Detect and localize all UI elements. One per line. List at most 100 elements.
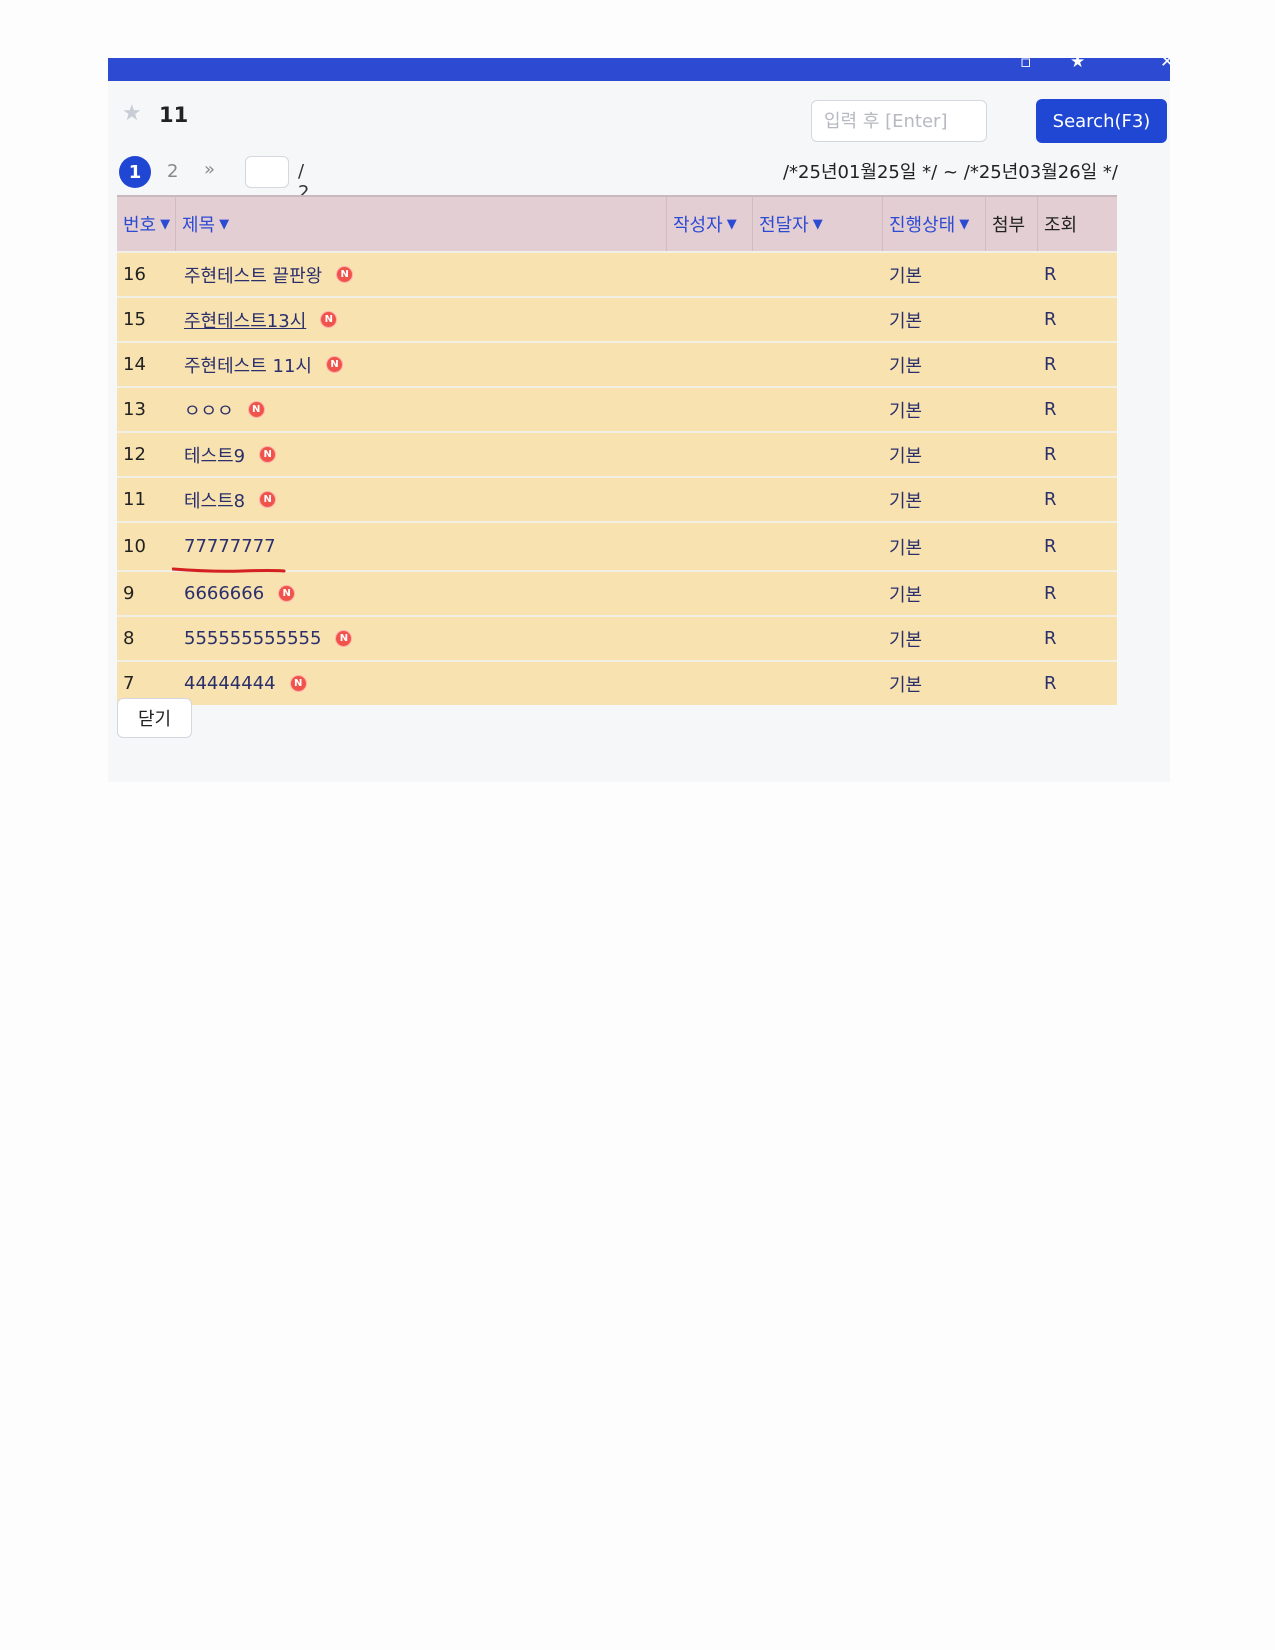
row-title-link[interactable]: 44444444 [184,673,276,694]
table-row[interactable]: 12 테스트9 N 기본 R [117,431,1117,476]
row-number: 14 [123,354,146,375]
next-page-icon[interactable]: » [204,159,215,180]
table-row[interactable]: 16 주현테스트 끝판왕 N 기본 R [117,251,1117,296]
window-titlebar: ▫ ★ ✕ [108,52,1174,81]
column-header-attachment: 첨부 [986,197,1038,251]
row-view-state: R [1044,673,1057,694]
new-badge-icon: N [326,356,343,373]
sort-down-icon: ▼ [726,216,737,232]
row-title-cell[interactable]: 6666666 N [176,583,667,604]
row-view-state: R [1044,628,1057,649]
table-body: 16 주현테스트 끝판왕 N 기본 R 15 주현테스트13시 N 기본 R 14 주현테스트 11시… [117,251,1117,705]
table-row[interactable]: 8 555555555555 N 기본 R [117,615,1117,660]
row-title-cell[interactable]: 555555555555 N [176,628,667,649]
row-title-link[interactable]: 주현테스트13시 [184,307,306,333]
table-row[interactable]: 10 77777777 기본 R [117,521,1117,573]
row-title-link[interactable]: 77777777 [184,536,276,557]
table-row[interactable]: 15 주현테스트13시 N 기본 R [117,296,1117,341]
column-label: 작성자 [673,215,723,236]
row-status: 기본 [889,265,923,287]
row-number: 15 [123,309,146,330]
row-number: 8 [123,628,135,649]
row-view-state: R [1044,583,1057,604]
row-title-cell[interactable]: 주현테스트13시 N [176,307,667,333]
new-badge-icon: N [278,585,296,602]
page-current[interactable]: 1 [119,156,151,188]
table-row[interactable]: 14 주현테스트 11시 N 기본 R [117,341,1117,386]
new-badge-icon: N [259,491,277,508]
sort-down-icon: ▼ [160,216,171,232]
row-status: 기본 [889,445,923,467]
page-number-input[interactable] [245,156,289,188]
column-label: 진행상태 [889,215,956,236]
column-header-status[interactable]: 진행상태 ▼ [883,197,986,251]
row-title-link[interactable]: 6666666 [184,583,264,604]
new-badge-icon: N [335,630,353,647]
row-view-state: R [1044,536,1057,557]
row-status: 기본 [889,584,923,606]
table-header: 번호 ▼ 제목 ▼ 작성자 ▼ 전달자 ▼ 진행상태 ▼ 첨부 조회 [117,197,1117,251]
board-table: 번호 ▼ 제목 ▼ 작성자 ▼ 전달자 ▼ 진행상태 ▼ 첨부 조회 16 주현테스트 끝판… [117,195,1117,705]
favorite-star-icon[interactable]: ★ [122,102,142,126]
row-number: 7 [123,673,135,694]
column-header-title[interactable]: 제목 ▼ [176,197,667,251]
row-title-link[interactable]: 테스트9 [184,442,245,468]
close-button[interactable]: 닫기 [117,698,192,738]
minimize-icon[interactable]: ▫ [1020,52,1032,72]
row-title-cell[interactable]: 주현테스트 11시 N [176,352,667,378]
row-status: 기본 [889,310,923,332]
row-status: 기본 [889,400,923,422]
row-title-link[interactable]: 테스트8 [184,487,245,513]
column-header-forwarder[interactable]: 전달자 ▼ [753,197,883,251]
row-number: 10 [123,536,146,557]
column-label: 제목 [182,215,216,236]
row-title-cell[interactable]: 테스트9 N [176,442,667,468]
row-number: 12 [123,444,146,465]
column-label: 조회 [1044,215,1078,236]
row-number: 9 [123,583,135,604]
row-view-state: R [1044,444,1057,465]
column-header-view: 조회 [1038,197,1117,251]
row-title-cell[interactable]: 77777777 [172,536,667,573]
table-row[interactable]: 7 44444444 N 기본 R [117,660,1117,705]
sort-down-icon: ▼ [959,216,970,232]
table-row[interactable]: 11 테스트8 N 기본 R [117,476,1117,521]
row-title-cell[interactable]: 주현테스트 끝판왕 N [176,262,667,288]
table-row[interactable]: 13 ㅇㅇㅇ N 기본 R [117,386,1117,431]
close-window-icon[interactable]: ✕ [1160,52,1174,72]
pin-icon[interactable]: ★ [1070,52,1085,72]
row-view-state: R [1044,264,1057,285]
row-title-cell[interactable]: 테스트8 N [176,487,667,513]
column-label: 번호 [123,215,157,236]
red-underline-annotation [172,567,286,573]
row-number: 16 [123,264,146,285]
row-view-state: R [1044,489,1057,510]
page-link-2[interactable]: 2 [167,161,178,182]
table-row[interactable]: 9 6666666 N 기본 R [117,570,1117,615]
new-badge-icon: N [336,266,354,283]
row-title-link[interactable]: 555555555555 [184,628,321,649]
column-header-number[interactable]: 번호 ▼ [117,197,176,251]
new-badge-icon: N [320,311,338,328]
row-title-cell[interactable]: ㅇㅇㅇ N [176,397,667,423]
row-status: 기본 [889,629,923,651]
column-label: 첨부 [992,215,1026,236]
row-status: 기본 [889,537,923,559]
row-view-state: R [1044,354,1057,375]
row-title-link[interactable]: 주현테스트 11시 [184,352,312,378]
column-header-author[interactable]: 작성자 ▼ [667,197,753,251]
new-badge-icon: N [247,401,265,418]
row-title-link[interactable]: 주현테스트 끝판왕 [184,262,322,288]
search-input[interactable] [811,100,987,142]
row-number: 13 [123,399,146,420]
row-title-cell[interactable]: 44444444 N [176,673,667,694]
date-range: /*25년01월25일 */ ~ /*25년03월26일 */ [782,162,1118,183]
new-badge-icon: N [259,446,277,463]
column-label: 전달자 [759,215,809,236]
row-title-link[interactable]: ㅇㅇㅇ [184,397,234,423]
row-status: 기본 [889,355,923,377]
search-button[interactable]: Search(F3) [1036,99,1167,143]
row-view-state: R [1044,309,1057,330]
sort-down-icon: ▼ [219,216,230,232]
new-badge-icon: N [289,675,307,692]
